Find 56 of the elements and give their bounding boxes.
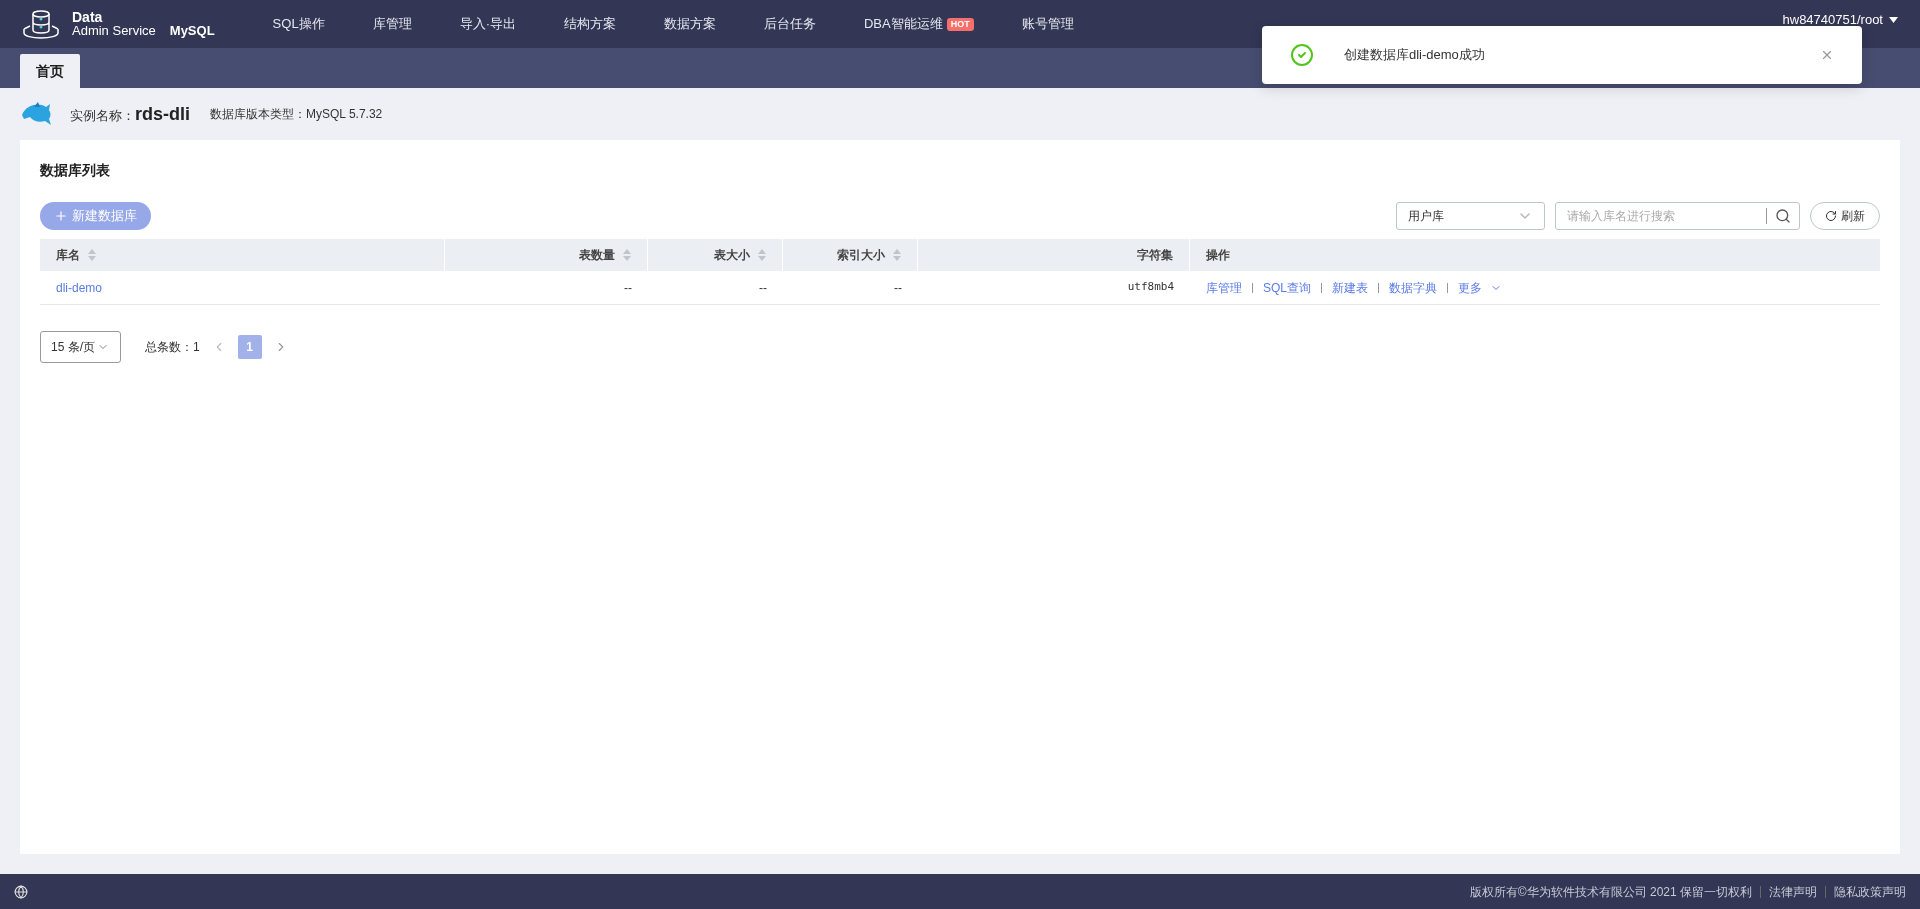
column-header: 表大小 <box>648 239 783 271</box>
search-field[interactable]: 请输入库名进行搜索 <box>1567 207 1758 225</box>
hot-badge: HOT <box>946 17 974 31</box>
engine-label: MySQL <box>169 22 215 41</box>
page-size-select[interactable]: 15 条/页 <box>40 331 121 363</box>
action-link[interactable]: 新建表 <box>1332 278 1368 297</box>
total-count: 总条数：1 <box>145 339 200 356</box>
search-icon <box>1775 208 1791 224</box>
user-menu[interactable]: hw84740751/root <box>1782 10 1898 30</box>
table-cell-text: -- <box>894 279 902 297</box>
type-select[interactable]: 用户库 <box>1396 202 1545 230</box>
plus-icon <box>54 209 68 223</box>
column-header: 表数量 <box>445 239 648 271</box>
table-cell-text: -- <box>624 279 632 297</box>
db-version: 数据库版本类型：MySQL 5.7.32 <box>210 106 383 123</box>
column-header: 操作 <box>1205 247 1231 264</box>
search-box[interactable]: 请输入库名进行搜索 <box>1555 202 1800 230</box>
table-cell: utf8mb4 <box>1127 279 1174 296</box>
caret-icon <box>1889 17 1898 23</box>
action-link[interactable]: 数据字典 <box>1389 278 1437 297</box>
nav-link[interactable]: 导入·导出 <box>459 14 516 34</box>
nav-link[interactable]: 数据方案 <box>663 14 716 34</box>
action-link[interactable]: 更多 <box>1458 278 1502 297</box>
nav-link[interactable]: 账号管理 <box>1021 14 1074 34</box>
sort-icon[interactable] <box>623 249 631 261</box>
toast-message: 创建数据库dli-demo成功 <box>1344 46 1486 65</box>
table-cell-text: -- <box>759 279 767 297</box>
instance-name-label: 实例名称： <box>70 107 135 126</box>
nav-link[interactable]: 库管理 <box>372 14 412 34</box>
check-circle-icon <box>1290 43 1314 67</box>
action-link[interactable]: SQL查询 <box>1263 278 1311 297</box>
column-header: 索引大小 <box>783 239 918 271</box>
nav-link[interactable]: 后台任务 <box>763 14 816 34</box>
nav-link[interactable]: 结构方案 <box>563 14 616 34</box>
column-header: 字符集 <box>918 239 1190 271</box>
card-title: 数据库列表 <box>40 161 111 180</box>
action-link[interactable]: 库管理 <box>1206 278 1242 297</box>
nav-link[interactable]: SQL操作 <box>272 14 325 34</box>
sort-icon[interactable] <box>758 249 766 261</box>
footer-link[interactable]: 隐私政策声明 <box>1834 882 1906 901</box>
logo-subtitle: Admin Service <box>72 24 156 38</box>
logo-title: Data <box>72 10 104 24</box>
footer-link[interactable]: 法律声明 <box>1769 882 1817 901</box>
instance-name: rds-dli <box>135 102 190 126</box>
dolphin-icon <box>20 101 52 127</box>
sort-icon[interactable] <box>893 249 901 261</box>
refresh-icon <box>1825 210 1837 222</box>
sort-icon[interactable] <box>88 249 96 261</box>
close-icon[interactable] <box>1820 48 1834 62</box>
database-logo-icon <box>22 9 60 39</box>
nav-link[interactable]: DBA智能运维 HOT <box>863 14 974 34</box>
column-header: 库名 <box>40 239 445 271</box>
globe-icon <box>14 884 28 899</box>
database-link[interactable]: dli-demo <box>56 278 103 297</box>
copyright-text: 版权所有©华为软件技术有限公司 2021 保留一切权利 <box>1469 883 1752 901</box>
page-tab[interactable]: 首页 <box>20 54 80 88</box>
